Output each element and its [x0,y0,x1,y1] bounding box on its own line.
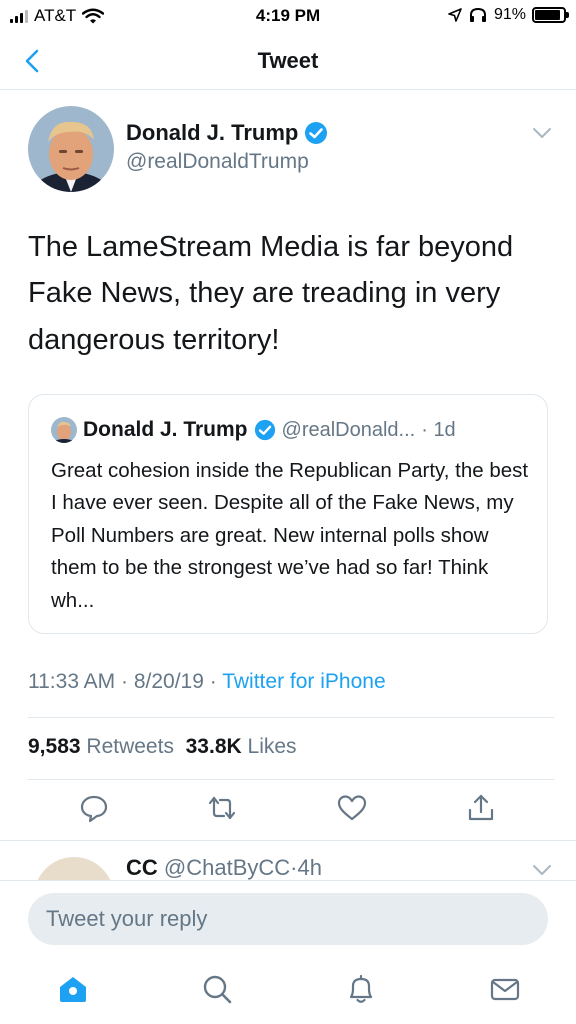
verified-badge-icon [305,122,328,144]
tweet-text: The LameStream Media is far beyond Fake … [28,231,514,356]
page-title: Tweet [257,48,319,73]
tweet-action-bar [0,792,576,828]
heart-icon[interactable] [336,792,368,824]
tweet-meta: 11:33 AM · 8/20/19 · Twitter for iPhone [28,670,386,693]
reply-author-handle[interactable]: @ChatByCC [164,855,290,880]
headphones-icon [469,7,486,22]
avatar[interactable] [28,106,114,192]
likes-stat[interactable]: 33.8K Likes [186,735,297,758]
messages-envelope-icon[interactable] [488,972,522,1006]
quoted-timestamp: 1d [433,418,456,441]
reply-timestamp: 4h [297,855,322,880]
chevron-down-icon[interactable] [532,126,552,140]
share-icon[interactable] [465,792,497,824]
quoted-author-handle: @realDonald... [281,418,416,441]
reply-input[interactable] [28,893,548,945]
tweet-stats: 9,583 Retweets 33.8K Likes [28,735,297,759]
chevron-down-icon[interactable] [532,863,552,877]
divider [28,779,554,780]
avatar [51,417,77,443]
status-bar: AT&T 4:19 PM 91% [0,0,576,34]
reply-composer [0,880,576,954]
battery-percent: 91% [493,6,526,23]
tweet-time: 11:33 AM [28,670,116,693]
author-handle[interactable]: @realDonaldTrump [126,150,309,174]
tweet-source-link[interactable]: Twitter for iPhone [222,670,385,693]
home-icon[interactable] [56,972,90,1006]
retweets-stat[interactable]: 9,583 Retweets [28,735,174,758]
reply-preview[interactable]: CC @ChatByCC·4h [0,840,576,884]
search-icon[interactable] [200,972,234,1006]
quoted-tweet-card[interactable]: Donald J. Trump @realDonald... · 1d Grea… [28,394,548,634]
retweet-icon[interactable] [206,792,238,824]
author-name[interactable]: Donald J. Trump [126,120,328,146]
reply-author-name[interactable]: CC [126,855,158,880]
battery-icon [532,7,569,23]
divider [28,717,554,718]
location-arrow-icon [448,8,462,22]
tweet-date: 8/20/19 [133,670,204,693]
nav-bar: Tweet [0,34,576,90]
verified-badge-icon [254,419,275,441]
quoted-author-name: Donald J. Trump [83,418,248,441]
tab-bar [0,956,576,1024]
notifications-bell-icon[interactable] [344,972,378,1006]
quoted-tweet-text: Great cohesion inside the Republican Par… [51,459,529,612]
reply-icon[interactable] [78,792,110,824]
